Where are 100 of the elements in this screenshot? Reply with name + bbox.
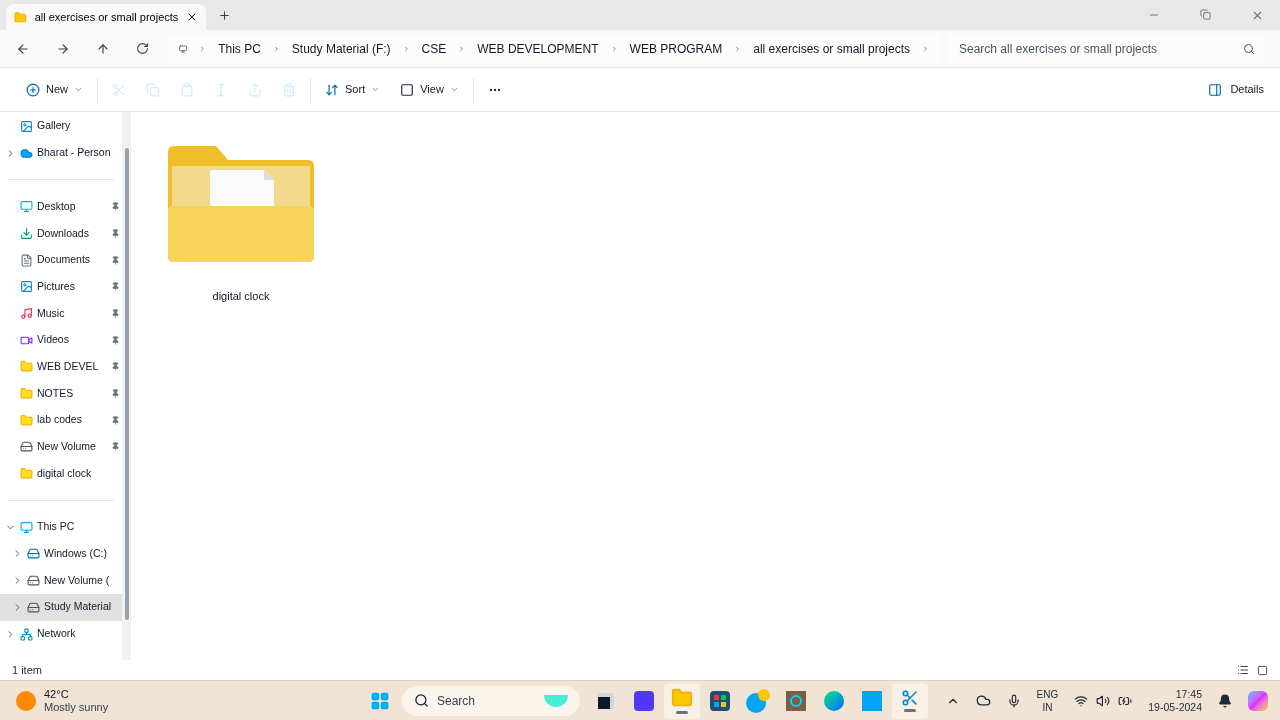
cloud-icon: [20, 146, 33, 160]
search-icon: [414, 693, 429, 708]
temperature: 42°C: [44, 687, 70, 701]
forward-icon[interactable]: [56, 41, 70, 56]
assistant-icon[interactable]: [1248, 690, 1268, 711]
sidebar-item[interactable]: Bharat - Person: [0, 139, 122, 167]
language-text[interactable]: IN: [1042, 700, 1053, 714]
sidebar-item[interactable]: Study Material: [0, 594, 122, 621]
caret-icon: [74, 85, 83, 94]
start-icon[interactable]: [370, 690, 390, 711]
view-button[interactable]: View: [390, 73, 469, 106]
breadcrumb[interactable]: CSE: [421, 39, 447, 58]
paste-icon: [180, 82, 194, 97]
breadcrumb[interactable]: WEB DEVELOPMENT: [477, 39, 599, 58]
pc-icon: [20, 520, 33, 534]
sidebar-label: New Volume: [37, 439, 97, 455]
folder-icon: [20, 387, 33, 401]
sidebar-item[interactable]: Windows (C:): [0, 540, 122, 568]
scissors-icon[interactable]: [901, 689, 919, 707]
sidebar-item[interactable]: WEB DEVEL: [0, 353, 122, 381]
music-icon: [20, 306, 33, 320]
refresh-icon[interactable]: [136, 42, 149, 55]
sidebar-item[interactable]: NOTES: [0, 380, 122, 407]
caret-icon: [371, 85, 381, 94]
sort-icon: [325, 82, 339, 97]
app-tile-icon[interactable]: [862, 690, 882, 711]
bell-icon[interactable]: [1218, 693, 1232, 708]
weather-text: Mostly sunny: [44, 700, 109, 714]
taskbar-search[interactable]: Search: [402, 685, 580, 716]
sidebar-label: This PC: [37, 519, 76, 535]
delete-icon: [282, 82, 296, 97]
new-button[interactable]: New: [16, 73, 93, 106]
clock-time[interactable]: 17:45: [1175, 687, 1202, 701]
folder-icon: [20, 360, 33, 374]
folder-icon: [20, 467, 33, 481]
restore-icon[interactable]: [1200, 8, 1211, 20]
sidebar-item[interactable]: lab codes: [0, 406, 122, 434]
folder-name: digital clock: [212, 289, 270, 304]
back-icon[interactable]: [16, 41, 30, 56]
network-icon: [20, 627, 33, 641]
folder-icon[interactable]: [671, 687, 693, 709]
folder-icon: [166, 144, 316, 264]
tiles-view-icon[interactable]: [1257, 664, 1268, 676]
scrollbar-thumb[interactable]: [124, 148, 129, 620]
details-button[interactable]: Details: [1208, 81, 1264, 98]
breadcrumb[interactable]: all exercises or small projects: [753, 39, 910, 58]
language-text[interactable]: ENG: [1036, 687, 1059, 701]
ring-icon[interactable]: [786, 690, 806, 711]
cloud-icon[interactable]: [975, 693, 991, 708]
sidebar-item[interactable]: Downloads: [0, 220, 122, 247]
details-pane-icon: [1208, 82, 1223, 97]
sidebar-label: Bharat - Person: [37, 145, 112, 161]
folder-icon: [20, 413, 33, 427]
sidebar-label: digital clock: [37, 465, 93, 481]
sidebar-item[interactable]: Pictures: [0, 273, 122, 301]
up-icon[interactable]: [96, 41, 110, 56]
sidebar-label: Study Material: [44, 599, 113, 615]
desktop-icon: [20, 200, 33, 214]
sidebar-label: Music: [37, 305, 66, 321]
sidebar-item[interactable]: Desktop: [0, 193, 122, 221]
clock-date[interactable]: 19-05-2024: [1148, 700, 1202, 714]
close-icon[interactable]: [186, 11, 198, 23]
gallery-icon: [20, 280, 33, 294]
sidebar-item[interactable]: Gallery: [0, 113, 122, 140]
weather-icon[interactable]: [16, 690, 36, 711]
new-tab-icon[interactable]: [218, 9, 231, 22]
sidebar-item[interactable]: This PC: [0, 513, 122, 541]
list-view-icon[interactable]: [1237, 664, 1249, 676]
document-icon: [20, 253, 33, 267]
breadcrumb[interactable]: This PC: [218, 39, 261, 58]
gallery-icon: [20, 119, 33, 133]
breadcrumb[interactable]: Study Material (F:): [291, 39, 391, 58]
sidebar-label: NOTES: [37, 385, 75, 401]
sidebar-label: Network: [37, 626, 77, 642]
volume-icon[interactable]: [1096, 693, 1111, 708]
sidebar-item[interactable]: New Volume (: [0, 567, 122, 594]
drive-icon: [27, 600, 40, 614]
folder-item[interactable]: digital clock: [159, 140, 323, 310]
bowl-icon: [544, 694, 568, 707]
breadcrumb[interactable]: WEB PROGRAM: [629, 39, 723, 58]
caret-icon: [449, 85, 459, 94]
view-icon: [400, 82, 415, 97]
sidebar-item[interactable]: Music: [0, 300, 122, 327]
wifi-icon[interactable]: [1074, 693, 1089, 708]
window-tab[interactable]: all exercises or small projects: [6, 4, 206, 30]
store-icon[interactable]: [710, 690, 730, 711]
sidebar-label: Downloads: [37, 225, 90, 241]
microphone-icon[interactable]: [1006, 693, 1021, 708]
sidebar-item[interactable]: digital clock: [0, 460, 122, 487]
sidebar-item[interactable]: Network: [0, 620, 122, 648]
drive-icon: [27, 574, 40, 588]
sort-button[interactable]: Sort: [315, 73, 391, 106]
sidebar-item[interactable]: Documents: [0, 246, 122, 274]
item-count: 1 item: [12, 662, 42, 678]
sidebar-item[interactable]: Videos: [0, 326, 122, 354]
sidebar-item[interactable]: New Volume: [0, 433, 122, 461]
new-icon: [26, 82, 40, 97]
sidebar-label: Windows (C:): [44, 546, 108, 562]
task-view-icon[interactable]: [598, 692, 614, 709]
copy-icon: [146, 82, 160, 97]
